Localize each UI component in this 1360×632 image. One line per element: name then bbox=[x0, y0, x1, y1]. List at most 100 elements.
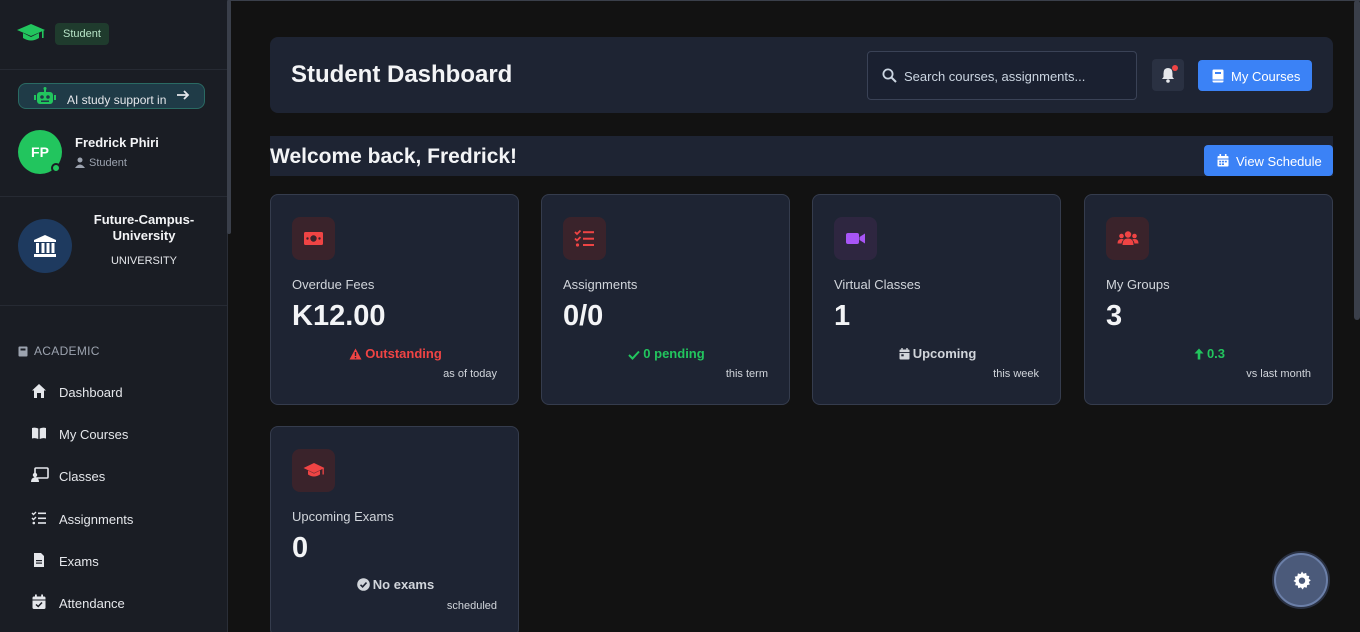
my-courses-button-label: My Courses bbox=[1231, 69, 1301, 84]
calendar-icon bbox=[1217, 154, 1229, 167]
sidebar-item-label: Exams bbox=[59, 554, 99, 569]
notification-badge bbox=[1172, 65, 1178, 71]
sidebar-item-label: Classes bbox=[59, 469, 106, 484]
section-label-text: ACADEMIC bbox=[34, 344, 100, 358]
view-schedule-button-label: View Schedule bbox=[1236, 154, 1322, 169]
view-schedule-button[interactable]: View Schedule bbox=[1204, 145, 1333, 176]
chalkboard-icon bbox=[31, 467, 49, 483]
card-title: My Groups bbox=[1106, 277, 1170, 292]
university-type: UNIVERSITY bbox=[110, 255, 177, 267]
card-note: vs last month bbox=[1246, 368, 1311, 380]
card-note: scheduled bbox=[446, 600, 497, 612]
sidebar-item-exams[interactable]: Exams bbox=[0, 540, 227, 580]
ai-study-banner[interactable]: AI study support in bbox=[18, 83, 205, 109]
sidebar: Student AI study support in FP Fredrick … bbox=[0, 0, 228, 632]
avatar-initials: FP bbox=[31, 144, 49, 160]
gear-icon bbox=[1293, 571, 1311, 590]
card-status: No exams bbox=[271, 577, 520, 592]
search-input[interactable] bbox=[904, 66, 1124, 86]
user-role: Student bbox=[75, 157, 127, 169]
search-icon bbox=[882, 68, 897, 83]
robot-icon bbox=[33, 87, 57, 108]
university-logo bbox=[18, 219, 72, 273]
warning-icon bbox=[349, 348, 362, 360]
sidebar-item-label: Dashboard bbox=[59, 385, 123, 400]
page-scrollbar[interactable] bbox=[1354, 0, 1360, 320]
my-courses-button[interactable]: My Courses bbox=[1198, 60, 1312, 91]
stat-card-overdue-fees[interactable]: Overdue Fees K12.00 Outstanding as of to… bbox=[270, 194, 519, 405]
sidebar-item-attendance[interactable]: Attendance bbox=[0, 582, 227, 622]
card-title: Overdue Fees bbox=[292, 277, 375, 292]
card-value: 0 bbox=[292, 532, 309, 564]
sidebar-item-dashboard[interactable]: Dashboard bbox=[0, 371, 227, 411]
home-icon bbox=[31, 383, 47, 399]
card-status-text: Upcoming bbox=[912, 346, 977, 361]
arrow-up-icon bbox=[1194, 348, 1204, 360]
landmark-icon bbox=[34, 235, 56, 257]
stat-card-virtual-classes[interactable]: Virtual Classes 1 Upcoming this week bbox=[812, 194, 1061, 405]
card-status-text: No exams bbox=[372, 577, 435, 592]
ai-banner-text: AI study support in bbox=[67, 93, 167, 107]
sidebar-item-my-courses[interactable]: My Courses bbox=[0, 413, 227, 453]
divider bbox=[0, 196, 227, 197]
card-title: Virtual Classes bbox=[834, 277, 921, 292]
tasks-icon bbox=[31, 510, 47, 526]
page-header: Student Dashboard My Courses bbox=[270, 37, 1333, 113]
sidebar-item-label: Assignments bbox=[59, 512, 134, 527]
money-bill-icon bbox=[292, 217, 335, 260]
card-title: Assignments bbox=[563, 277, 638, 292]
card-value: 3 bbox=[1106, 300, 1123, 332]
settings-fab-button[interactable] bbox=[1274, 553, 1328, 607]
stat-card-my-groups[interactable]: My Groups 3 0.3 vs last month bbox=[1084, 194, 1333, 405]
card-status: Outstanding bbox=[271, 346, 520, 361]
search-box[interactable] bbox=[867, 51, 1137, 100]
card-status-text: 0 pending bbox=[643, 346, 705, 361]
card-status: Upcoming bbox=[813, 346, 1062, 361]
file-icon bbox=[31, 552, 47, 568]
role-badge: Student bbox=[55, 23, 109, 45]
card-value: K12.00 bbox=[292, 300, 386, 332]
card-title: Upcoming Exams bbox=[292, 509, 394, 524]
university-name: Future-Campus-University bbox=[93, 212, 195, 243]
check-circle-icon bbox=[356, 578, 370, 591]
sidebar-item-classes[interactable]: Classes bbox=[0, 455, 227, 495]
check-icon bbox=[628, 350, 641, 360]
notifications-button[interactable] bbox=[1152, 59, 1184, 91]
arrow-right-icon[interactable] bbox=[176, 88, 190, 107]
university-info: Future-Campus-University UNIVERSITY bbox=[18, 212, 218, 282]
stat-card-assignments[interactable]: Assignments 0/0 0 pending this term bbox=[541, 194, 790, 405]
sidebar-item-assignments[interactable]: Assignments bbox=[0, 498, 227, 538]
card-note: as of today bbox=[443, 368, 497, 380]
stat-card-upcoming-exams[interactable]: Upcoming Exams 0 No exams scheduled bbox=[270, 426, 519, 632]
calendar-check-icon bbox=[31, 594, 47, 610]
graduation-cap-logo-icon[interactable] bbox=[16, 22, 46, 44]
page-title: Student Dashboard bbox=[291, 61, 513, 88]
card-status-text: Outstanding bbox=[365, 346, 442, 361]
video-icon bbox=[834, 217, 877, 260]
calendar-icon bbox=[899, 348, 910, 360]
book-icon bbox=[18, 346, 28, 357]
sidebar-item-label: Attendance bbox=[59, 596, 125, 611]
card-status-text: 0.3 bbox=[1206, 346, 1226, 361]
user-profile[interactable]: FP Fredrick Phiri Student bbox=[18, 130, 218, 180]
card-note: this term bbox=[725, 368, 768, 380]
online-status-dot bbox=[51, 163, 61, 173]
card-value: 1 bbox=[834, 300, 851, 332]
book-open-icon bbox=[31, 425, 47, 441]
welcome-bar: Welcome back, Fredrick! bbox=[270, 136, 1333, 176]
user-graduate-icon bbox=[75, 157, 85, 168]
divider bbox=[228, 0, 1360, 1]
book-icon bbox=[1212, 69, 1224, 83]
card-value: 0/0 bbox=[563, 300, 604, 332]
users-icon bbox=[1106, 217, 1149, 260]
graduation-cap-icon bbox=[292, 449, 335, 492]
avatar[interactable]: FP bbox=[18, 130, 62, 174]
welcome-heading: Welcome back, Fredrick! bbox=[270, 145, 518, 168]
divider bbox=[0, 305, 227, 306]
card-status: 0.3 bbox=[1085, 346, 1334, 361]
sidebar-scrollbar[interactable] bbox=[227, 0, 231, 234]
section-label-academic: ACADEMIC bbox=[18, 344, 100, 358]
card-note: this week bbox=[993, 368, 1039, 380]
card-status: 0 pending bbox=[542, 346, 791, 361]
tasks-icon bbox=[563, 217, 606, 260]
